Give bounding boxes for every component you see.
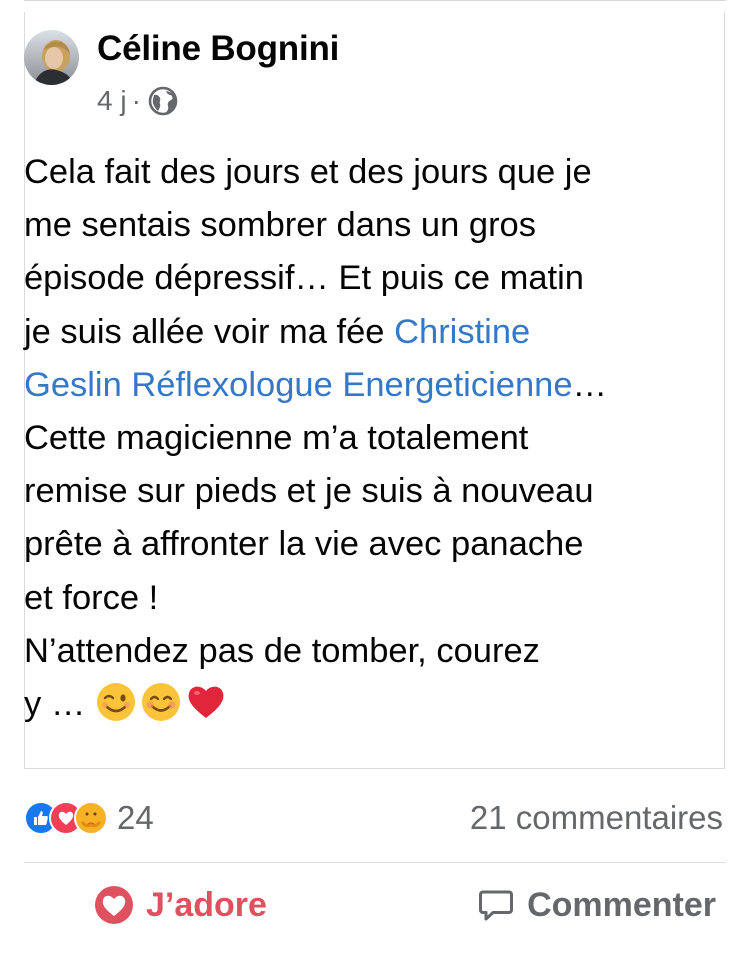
meta-separator: · — [131, 85, 141, 116]
reaction-count: 24 — [117, 799, 154, 836]
red-heart-emoji — [185, 681, 227, 723]
heart-icon — [95, 886, 133, 924]
post-text-line: prête à affronter la vie avec panache — [24, 525, 584, 564]
love-button-label: J’adore — [146, 885, 267, 924]
post-text-fragment: y … — [24, 685, 86, 724]
post-age[interactable]: 4 j — [97, 86, 127, 116]
post-stats: 24 21 commentaires — [24, 793, 723, 843]
avatar-image — [24, 30, 79, 85]
post-text-line: épisode dépressif… Et puis ce matin — [24, 259, 584, 298]
winking-face-emoji — [95, 681, 137, 723]
comments-count-link[interactable]: 21 commentaires — [470, 799, 723, 837]
post-text-fragment: je suis allée voir ma fée — [24, 312, 385, 351]
post-text-line: et force ! — [24, 578, 159, 617]
globe-icon — [147, 85, 179, 117]
ellipsis: … — [572, 365, 608, 404]
mention-link[interactable]: Christine — [394, 313, 530, 351]
post-meta: 4 j · — [97, 85, 339, 117]
comment-button[interactable]: Commenter — [405, 872, 726, 938]
comment-button-label: Commenter — [527, 885, 716, 924]
action-bar: J’adore Commenter — [24, 872, 726, 938]
actions-divider — [24, 862, 726, 863]
post-text-line: Cette magicienne m’a totalement — [24, 419, 529, 458]
post-text-line: remise sur pieds et je suis à nouveau — [24, 472, 594, 511]
post-text-line: je suis allée voir ma fée Christine — [24, 306, 674, 359]
smiling-face-emoji — [140, 681, 182, 723]
post-text-line: N’attendez pas de tomber, courez — [24, 631, 540, 670]
post-text-line: Cela fait des jours et des jours que je — [24, 153, 592, 191]
reactions-summary[interactable]: 24 — [24, 799, 154, 837]
top-divider — [24, 0, 726, 1]
mention-link-continued[interactable]: Geslin Réflexologue Energeticienne — [24, 366, 573, 404]
avatar[interactable] — [24, 30, 79, 85]
post-body: Cela fait des jours et des jours que je … — [24, 146, 674, 731]
care-reaction-icon — [74, 801, 108, 835]
author-name[interactable]: Céline Bognini — [97, 30, 339, 68]
post-text-line: me sentais sombrer dans un gros — [24, 206, 536, 245]
post-text-line: Geslin Réflexologue Energeticienne… — [24, 359, 674, 412]
post-text-line: y … — [24, 678, 674, 731]
comment-bubble-icon — [479, 890, 514, 921]
post-header: Céline Bognini 4 j · — [24, 28, 339, 124]
love-button[interactable]: J’adore — [24, 872, 405, 938]
